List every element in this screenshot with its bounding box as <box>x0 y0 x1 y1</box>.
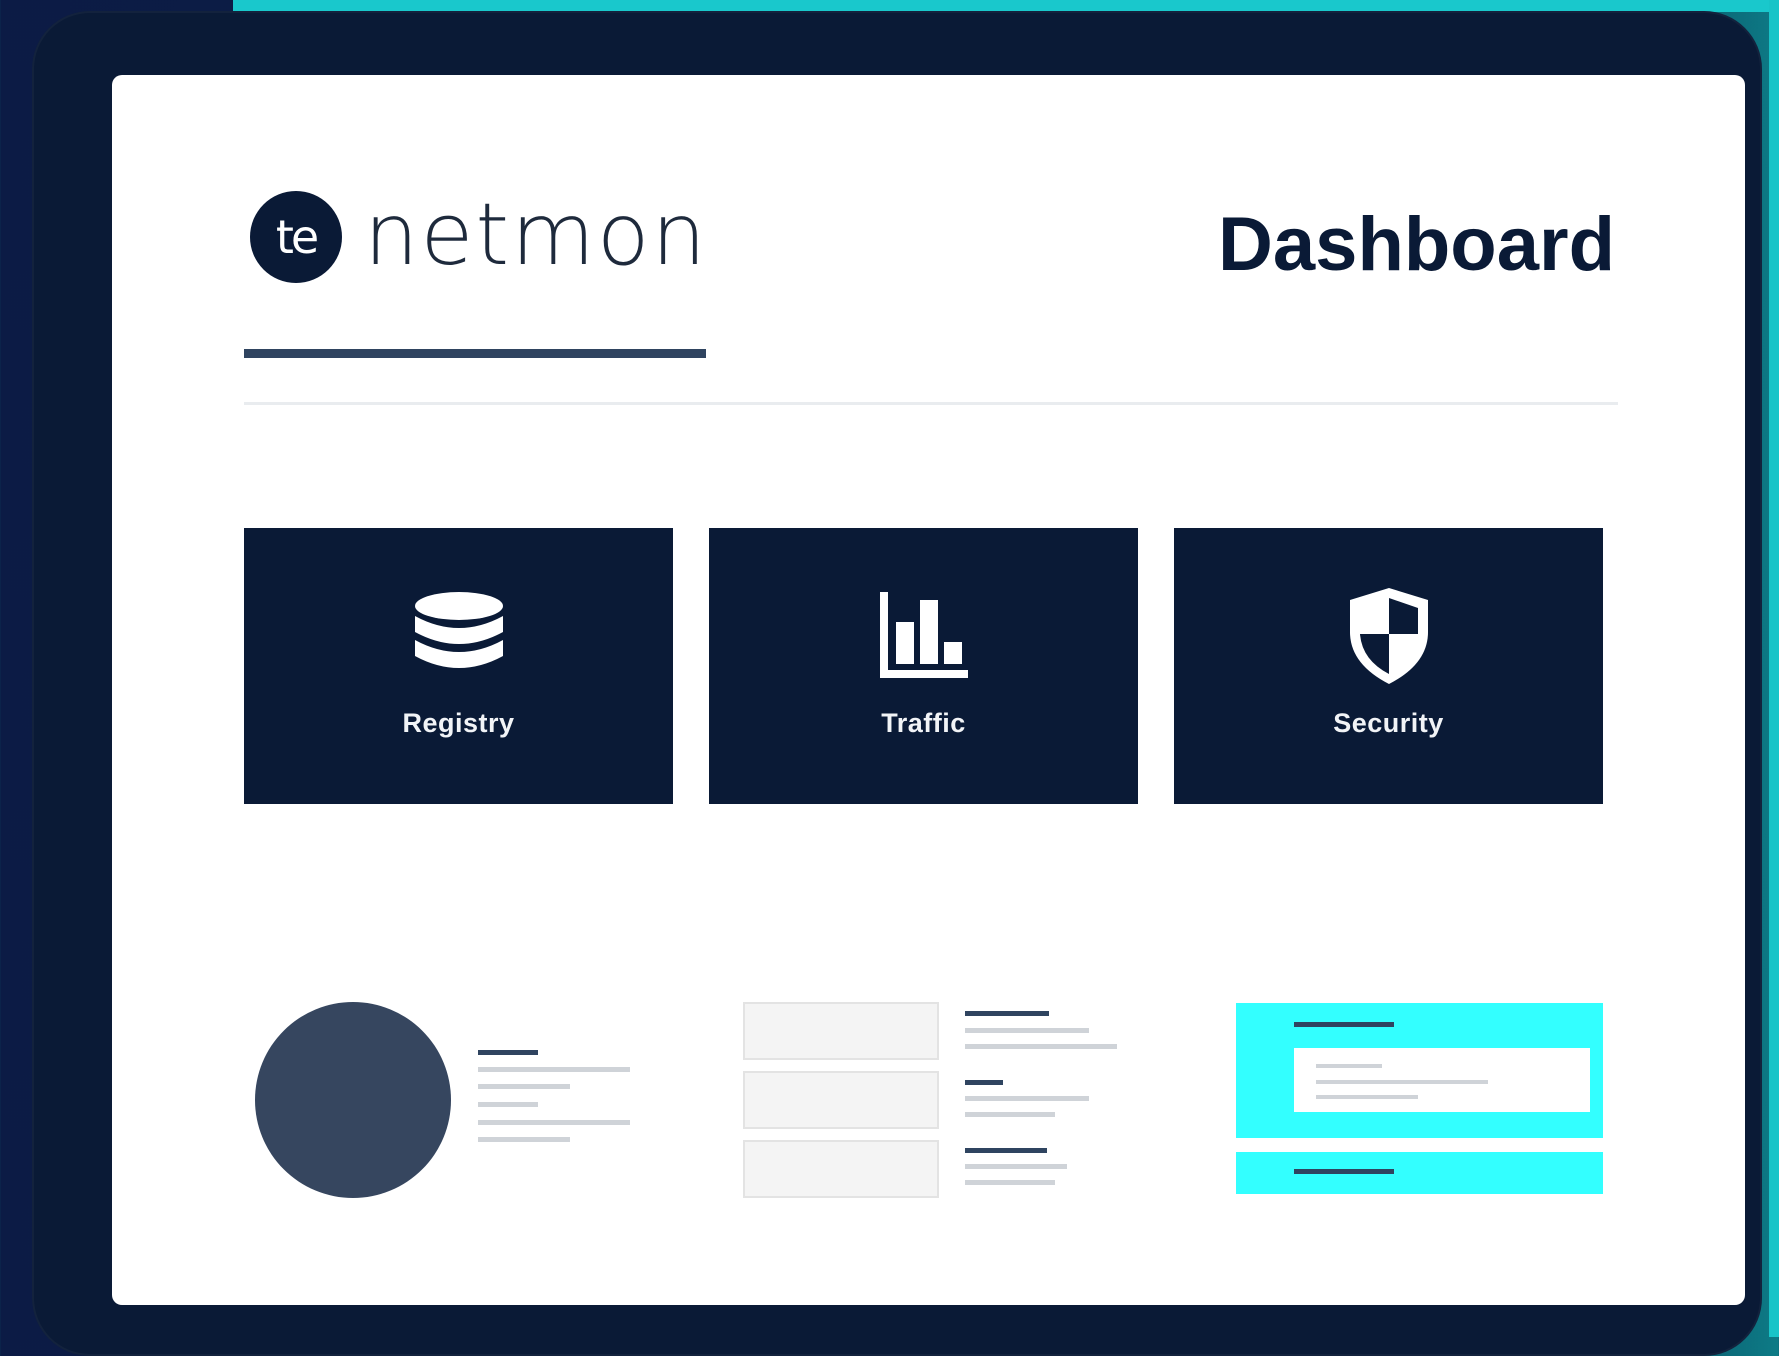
bar-chart-icon <box>874 586 974 686</box>
traffic-card-label: Traffic <box>881 708 966 738</box>
traffic-card[interactable]: Traffic <box>709 528 1138 804</box>
header-divider <box>244 402 1618 405</box>
brand-name: netmon <box>364 185 709 285</box>
header-accent-divider <box>244 349 706 358</box>
profile-placeholder-circle <box>255 1002 451 1198</box>
page-title: Dashboard <box>1218 202 1615 287</box>
list-thumbnail-placeholder <box>743 1071 939 1129</box>
brand-logo-icon: te <box>250 191 342 283</box>
list-thumbnail-placeholder <box>743 1002 939 1060</box>
feature-cards: Registry Traffic Security <box>244 528 1604 804</box>
highlight-panel-footer <box>1236 1152 1603 1194</box>
highlight-panel-heading-line <box>1294 1022 1394 1027</box>
tablet-frame: te netmon Dashboard Registry Traffic Sec… <box>32 11 1762 1356</box>
shield-icon <box>1339 586 1439 686</box>
security-card[interactable]: Security <box>1174 528 1603 804</box>
background-accent-edge <box>1769 0 1779 1337</box>
registry-card[interactable]: Registry <box>244 528 673 804</box>
security-card-label: Security <box>1333 708 1444 738</box>
registry-card-label: Registry <box>402 708 515 738</box>
highlight-panel-content <box>1294 1048 1590 1112</box>
database-icon <box>409 586 509 686</box>
dashboard-screen: te netmon Dashboard Registry Traffic Sec… <box>112 75 1745 1305</box>
highlight-footer-line <box>1294 1169 1394 1174</box>
list-thumbnail-placeholder <box>743 1140 939 1198</box>
